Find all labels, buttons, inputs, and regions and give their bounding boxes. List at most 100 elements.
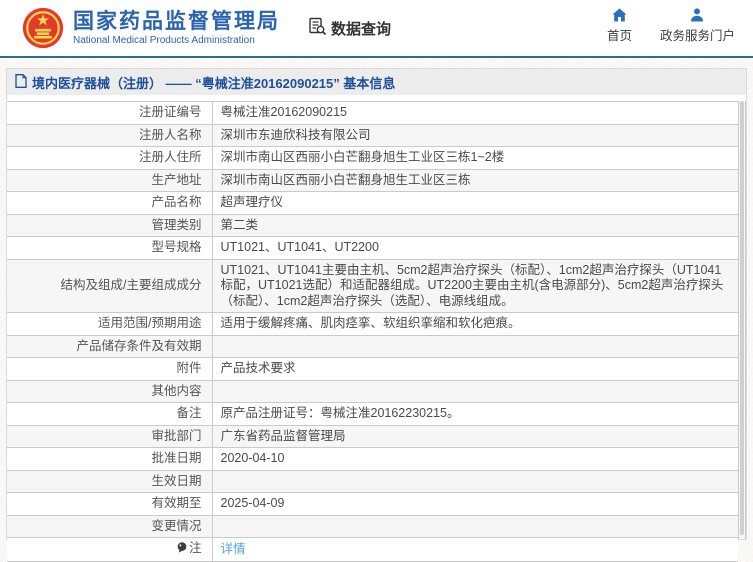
row-label-text: 管理类别 xyxy=(151,217,202,232)
row-value: 粤械注准20162090215 xyxy=(212,101,738,125)
table-row: 生效日期 xyxy=(7,470,738,493)
row-label: 审批部门 xyxy=(7,425,213,448)
nav-home[interactable]: 首页 xyxy=(607,8,632,44)
table-row: 产品名称 超声理疗仪 xyxy=(7,191,738,215)
row-label: 其他内容 xyxy=(7,380,213,403)
row-value: 2020-04-10 xyxy=(212,447,738,471)
row-value: UT1021、UT1041主要由主机、5cm2超声治疗探头（标配）、1cm2超声… xyxy=(212,259,738,313)
table-row: 注 详情 xyxy=(7,537,738,562)
row-label-text: 注 xyxy=(188,541,202,555)
row-value: 2025-04-09 xyxy=(212,492,738,516)
row-label: 注 xyxy=(7,537,213,562)
person-icon xyxy=(690,8,704,22)
row-value: UT1021、UT1041、UT2200 xyxy=(212,236,738,260)
table-row: 有效期至 2025-04-09 xyxy=(7,492,738,516)
row-label-text: 产品储存条件及有效期 xyxy=(76,338,202,353)
row-label: 生产地址 xyxy=(7,169,213,192)
row-value: 深圳市东迪欣科技有限公司 xyxy=(212,124,738,147)
table-row: 管理类别 第二类 xyxy=(7,214,738,237)
row-label: 产品储存条件及有效期 xyxy=(7,335,213,358)
row-label-text: 适用范围/预期用途 xyxy=(98,316,202,330)
row-label: 产品名称 xyxy=(7,191,213,215)
row-label: 型号规格 xyxy=(7,236,213,260)
row-value: 深圳市南山区西丽小白芒翻身旭生工业区三栋1~2楼 xyxy=(212,146,738,170)
table-row: 注册人住所 深圳市南山区西丽小白芒翻身旭生工业区三栋1~2楼 xyxy=(7,146,738,170)
header-nav: 首页 政务服务门户 xyxy=(607,8,735,44)
row-label: 备注 xyxy=(7,402,213,426)
main-content: 境内医疗器械（注册） —— “粤械注准20162090215” 基本信息 注册证… xyxy=(0,68,753,562)
row-label: 注册人名称 xyxy=(7,124,213,147)
row-label-text: 审批部门 xyxy=(151,428,202,443)
row-label-text: 有效期至 xyxy=(151,496,202,510)
row-label: 管理类别 xyxy=(7,214,213,237)
scrollbar-thumb[interactable] xyxy=(740,101,744,535)
row-value xyxy=(212,470,738,493)
page: 国家药品监督管理局 National Medical Products Admi… xyxy=(0,0,753,562)
row-label: 有效期至 xyxy=(7,492,213,516)
row-label: 批准日期 xyxy=(7,447,213,471)
row-value xyxy=(212,335,738,358)
row-label-text: 批准日期 xyxy=(151,451,202,465)
table-row: 生产地址 深圳市南山区西丽小白芒翻身旭生工业区三栋 xyxy=(7,169,738,192)
row-value: 第二类 xyxy=(212,214,738,237)
site-title: 国家药品监督管理局 xyxy=(73,9,280,33)
row-label: 结构及组成/主要组成成分 xyxy=(7,259,213,313)
row-label-text: 结构及组成/主要组成成分 xyxy=(60,278,202,292)
detail-panel: 境内医疗器械（注册） —— “粤械注准20162090215” 基本信息 注册证… xyxy=(6,68,747,562)
row-value: 适用于缓解疼痛、肌肉痉挛、软组织挛缩和软化疤痕。 xyxy=(212,312,738,336)
site-header: 国家药品监督管理局 National Medical Products Admi… xyxy=(0,0,753,58)
page-doc-icon xyxy=(15,73,27,91)
row-label: 生效日期 xyxy=(7,470,213,493)
row-label: 注册证编号 xyxy=(7,101,213,125)
row-value: 产品技术要求 xyxy=(212,357,738,381)
row-value: 深圳市南山区西丽小白芒翻身旭生工业区三栋 xyxy=(212,169,738,192)
data-query-label: 数据查询 xyxy=(331,20,392,38)
row-label: 变更情况 xyxy=(7,515,213,538)
row-label-text: 注册人住所 xyxy=(138,150,202,164)
note-icon xyxy=(177,542,187,558)
page-title: 境内医疗器械（注册） —— “粤械注准20162090215” 基本信息 xyxy=(32,75,396,91)
table-row: 结构及组成/主要组成成分 UT1021、UT1041主要由主机、5cm2超声治疗… xyxy=(7,259,738,313)
brand[interactable]: 国家药品监督管理局 National Medical Products Admi… xyxy=(22,7,280,49)
national-emblem-logo xyxy=(22,7,64,49)
table-row: 适用范围/预期用途 适用于缓解疼痛、肌肉痉挛、软组织挛缩和软化疤痕。 xyxy=(7,312,738,336)
row-value: 超声理疗仪 xyxy=(212,191,738,215)
row-value xyxy=(212,515,738,538)
table-row: 备注 原产品注册证号：粤械注准20162230215。 xyxy=(7,402,738,426)
nav-portal-label: 政务服务门户 xyxy=(659,29,735,43)
document-search-icon xyxy=(308,17,327,40)
row-label-text: 其他内容 xyxy=(151,383,202,398)
site-subtitle: National Medical Products Administration xyxy=(73,34,255,46)
table-row: 其他内容 xyxy=(7,380,738,403)
table-row: 批准日期 2020-04-10 xyxy=(7,447,738,471)
vertical-scrollbar[interactable] xyxy=(738,101,746,539)
row-label-text: 备注 xyxy=(176,406,202,420)
row-label-text: 产品名称 xyxy=(151,195,202,209)
nav-portal[interactable]: 政务服务门户 xyxy=(660,8,735,44)
table-row: 审批部门 广东省药品监督管理局 xyxy=(7,425,738,448)
row-label-text: 附件 xyxy=(176,361,202,375)
row-value: 广东省药品监督管理局 xyxy=(212,425,738,448)
row-label: 注册人住所 xyxy=(7,146,213,170)
row-label-text: 生效日期 xyxy=(151,473,202,488)
table-row: 型号规格 UT1021、UT1041、UT2200 xyxy=(7,236,738,260)
brand-text: 国家药品监督管理局 National Medical Products Admi… xyxy=(73,10,280,47)
info-table-body: 注册证编号 粤械注准20162090215 注册人名称 深圳市东迪欣科技有限公司… xyxy=(7,101,738,562)
row-value: 详情 xyxy=(212,537,738,562)
table-row: 注册人名称 深圳市东迪欣科技有限公司 xyxy=(7,124,738,147)
row-label: 附件 xyxy=(7,357,213,381)
table-row: 产品储存条件及有效期 xyxy=(7,335,738,358)
row-label-text: 变更情况 xyxy=(151,518,202,533)
row-label-text: 生产地址 xyxy=(151,172,202,187)
registration-info-table: 注册证编号 粤械注准20162090215 注册人名称 深圳市东迪欣科技有限公司… xyxy=(7,101,738,562)
data-query-tab[interactable]: 数据查询 xyxy=(308,17,391,40)
table-row: 附件 产品技术要求 xyxy=(7,357,738,381)
table-row: 注册证编号 粤械注准20162090215 xyxy=(7,101,738,125)
row-value: 原产品注册证号：粤械注准20162230215。 xyxy=(212,402,738,426)
table-row: 变更情况 xyxy=(7,515,738,538)
panel-title-bar: 境内医疗器械（注册） —— “粤械注准20162090215” 基本信息 xyxy=(7,69,746,95)
row-label: 适用范围/预期用途 xyxy=(7,312,213,336)
row-label-text: 注册证编号 xyxy=(138,105,202,119)
row-value xyxy=(212,380,738,403)
nav-home-label: 首页 xyxy=(606,29,632,43)
